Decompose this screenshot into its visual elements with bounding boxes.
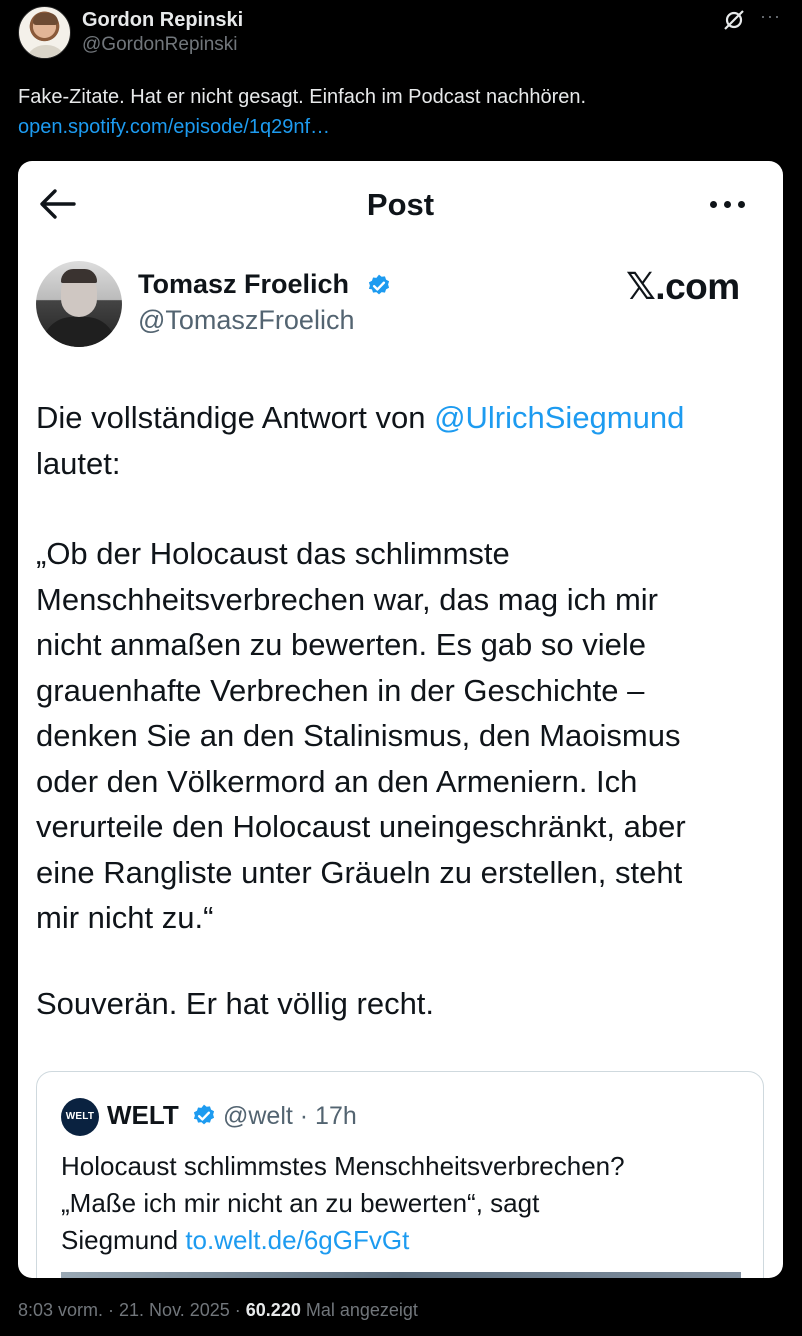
- verified-badge-icon: [368, 274, 390, 295]
- author-handle[interactable]: @GordonRepinski: [82, 34, 238, 56]
- page-title: Post: [366, 187, 435, 222]
- quoted-media-preview: [61, 1272, 741, 1278]
- quoted-tweet-handle-time: @welt · 17h: [223, 1102, 357, 1130]
- quote-line: Menschheitsverbrechen war, das mag ich m…: [36, 581, 658, 617]
- tweet-text: Fake-Zitate. Hat er nicht gesagt. Einfac…: [18, 86, 587, 108]
- grok-icon[interactable]: [722, 8, 746, 32]
- tweet-header: Gordon Repinski @GordonRepinski ···: [18, 6, 788, 62]
- author-avatar[interactable]: [18, 6, 71, 59]
- quoted-tweet-author: WELT: [107, 1100, 179, 1130]
- post-closing: Souverän. Er hat völlig recht.: [36, 986, 435, 1021]
- timestamp: 8:03 vorm. · 21. Nov. 2025 ·: [18, 1300, 246, 1320]
- post-quote-block: „Ob der Holocaust das schlimmste Menschh…: [36, 531, 766, 941]
- more-options-icon[interactable]: ···: [760, 6, 781, 27]
- author-name[interactable]: Gordon Repinski: [82, 9, 243, 32]
- quoted-author-name: Tomasz Froelich: [138, 269, 350, 299]
- views-label: Mal angezeigt: [300, 1300, 418, 1320]
- quote-line: mir nicht zu.“: [36, 900, 214, 935]
- quoted-tweet-text: Holocaust schlimmstes Menschheitsverbrec…: [61, 1151, 625, 1255]
- quoted-author-avatar: [36, 261, 122, 347]
- quoted-author-handle: @TomaszFroelich: [138, 305, 355, 335]
- post-line-1: Die vollständige Antwort von @UlrichSieg…: [36, 400, 685, 435]
- tweet-link[interactable]: open.spotify.com/episode/1q29nf…: [18, 116, 330, 139]
- view-count: 60.220: [245, 1300, 301, 1320]
- quote-line: eine Rangliste unter Gräueln zu erstelle…: [36, 854, 683, 890]
- more-options-icon: [708, 187, 748, 217]
- quote-line: denken Sie an den Stalinismus, den Maois…: [36, 718, 681, 753]
- quote-line: nicht anmaßen zu bewerten. Es gab so vie…: [36, 627, 647, 662]
- welt-logo: WELT: [61, 1098, 99, 1136]
- tweet-footer: 8:03 vorm. · 21. Nov. 2025 · 60.220 Mal …: [18, 1300, 418, 1321]
- embedded-screenshot[interactable]: Post Tomasz Froelich @TomaszFroelich 𝕏.c…: [18, 161, 783, 1278]
- quote-line: grauenhafte Verbrechen in der Geschichte…: [36, 672, 645, 708]
- mention-link: @UlrichSiegmund: [434, 400, 685, 435]
- x-logo: 𝕏.com: [626, 266, 740, 307]
- quote-line: oder den Völkermord an den Armeniern. Ic…: [36, 763, 638, 799]
- verified-badge-icon: [193, 1104, 215, 1125]
- quoted-tweet: WELT WELT @welt · 17h Holocaust schlimms…: [36, 1071, 764, 1278]
- post-line-2: lautet:: [36, 446, 121, 481]
- quote-line: verurteile den Holocaust uneingeschränkt…: [36, 809, 686, 844]
- quote-line: „Ob der Holocaust das schlimmste: [36, 536, 510, 571]
- quoted-tweet-link: to.welt.de/6gGFvGt: [185, 1225, 410, 1255]
